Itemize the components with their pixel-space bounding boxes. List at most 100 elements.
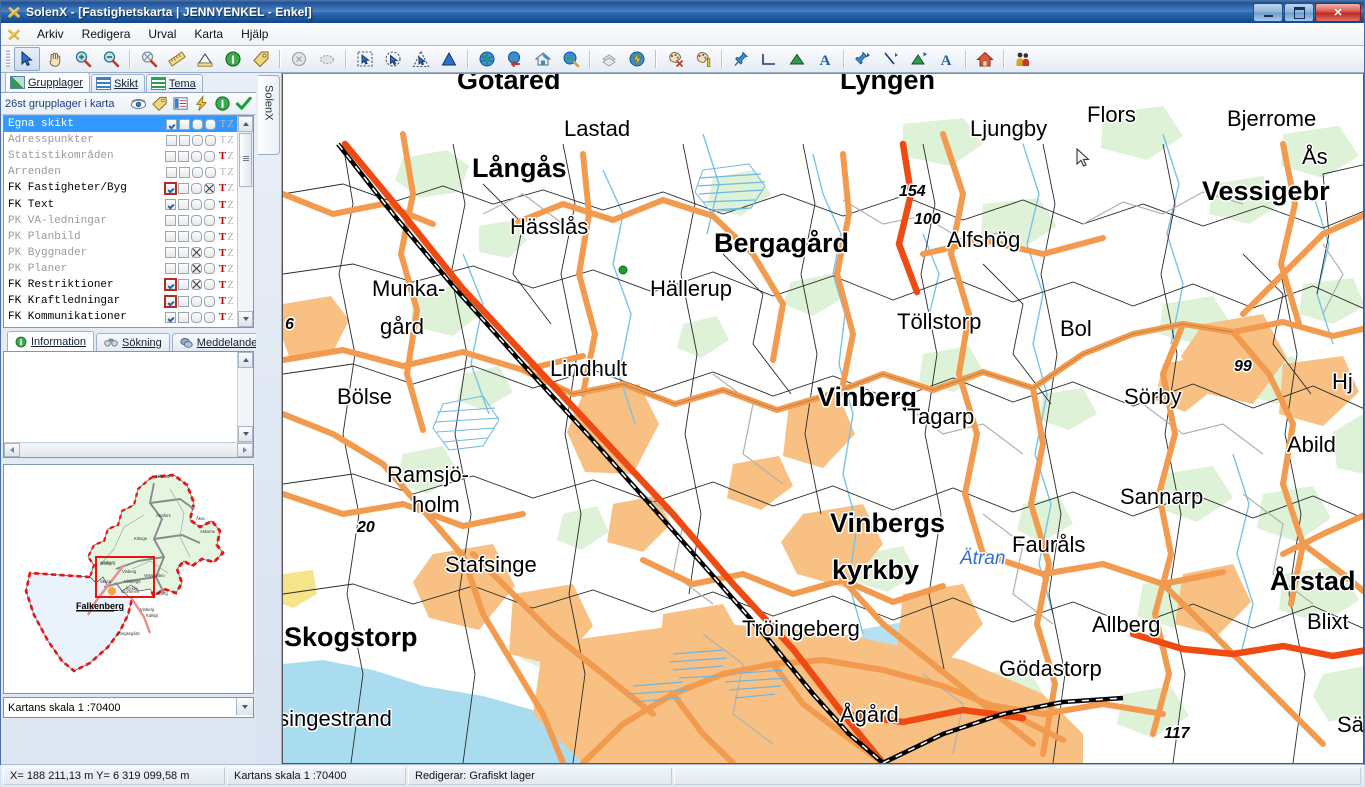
layer-row[interactable]: Statistikområden TZ <box>4 148 237 164</box>
draw-line-icon[interactable] <box>756 47 782 71</box>
measure-ruler-icon[interactable] <box>164 47 190 71</box>
green-check-icon[interactable] <box>235 95 252 112</box>
layer-tz-flags[interactable]: TZ <box>217 279 235 291</box>
menu-item-hjalp[interactable]: Hjälp <box>232 24 277 44</box>
globe-back-icon[interactable] <box>502 47 528 71</box>
layer-select-checkbox[interactable] <box>190 279 202 291</box>
globe-flash-icon[interactable] <box>624 47 650 71</box>
layer-row[interactable]: PK VA-ledningar TZ <box>4 213 237 229</box>
layer-tz-flags[interactable]: TZ <box>217 215 235 227</box>
solenx-side-tab[interactable]: SolenX <box>256 73 282 764</box>
list-properties-icon[interactable] <box>172 95 189 112</box>
chevron-down-icon[interactable] <box>236 698 253 715</box>
pan-hand-icon[interactable] <box>42 47 68 71</box>
layer-tz-flags[interactable]: TZ <box>217 231 235 243</box>
layer-visible-checkbox[interactable] <box>164 263 176 275</box>
layer-visible-checkbox[interactable] <box>164 199 176 211</box>
layer-select-checkbox[interactable] <box>190 182 202 194</box>
layer-tz-flags[interactable]: TZ <box>217 182 235 194</box>
layer-query-checkbox[interactable] <box>204 118 216 130</box>
label-tag-icon[interactable] <box>248 47 274 71</box>
layer-row[interactable]: Adresspunkter TZ <box>4 132 237 148</box>
minimize-button[interactable] <box>1253 3 1283 22</box>
layer-tz-flags[interactable]: TZ <box>218 118 235 130</box>
layer-select-checkbox[interactable] <box>190 215 202 227</box>
scrollbar-thumb[interactable] <box>239 133 252 187</box>
move-point-icon[interactable] <box>850 47 876 71</box>
menu-item-arkiv[interactable]: Arkiv <box>28 24 73 44</box>
info-hscrollbar[interactable] <box>4 442 253 457</box>
layer-row[interactable]: Egna skikt TZ <box>4 116 237 133</box>
layer-select-checkbox[interactable] <box>190 231 202 243</box>
close-button[interactable]: ✕ <box>1315 3 1361 22</box>
layer-editable-checkbox[interactable] <box>177 279 189 291</box>
layer-editable-checkbox[interactable] <box>177 199 189 211</box>
layer-tz-flags[interactable]: TZ <box>218 166 235 178</box>
layer-query-checkbox[interactable] <box>204 166 216 178</box>
layer-editable-checkbox[interactable] <box>177 150 189 162</box>
layer-select-checkbox[interactable] <box>190 199 202 211</box>
select-circle-icon[interactable] <box>380 47 406 71</box>
layer-row[interactable]: FK Kraftledningar TZ <box>4 293 237 309</box>
layer-visible-checkbox[interactable] <box>163 278 177 292</box>
tab-meddelander[interactable]: Meddelander <box>171 333 270 351</box>
layer-editable-checkbox[interactable] <box>177 311 189 323</box>
layer-select-checkbox[interactable] <box>190 311 202 323</box>
layer-query-checkbox[interactable] <box>203 182 215 194</box>
layer-visible-checkbox[interactable] <box>165 166 177 178</box>
layer-select-checkbox[interactable] <box>191 134 203 146</box>
scrollbar-track[interactable] <box>238 188 253 311</box>
layer-query-checkbox[interactable] <box>203 295 215 307</box>
eye-icon[interactable] <box>130 95 147 112</box>
layer-row[interactable]: FK Kommunikationer TZ <box>4 309 237 325</box>
layer-visible-checkbox[interactable] <box>164 150 176 162</box>
layer-editable-checkbox[interactable] <box>177 215 189 227</box>
info-scroll-up-button[interactable] <box>238 352 253 368</box>
palette-delete-icon[interactable] <box>662 47 688 71</box>
layer-query-checkbox[interactable] <box>203 231 215 243</box>
layer-editable-checkbox[interactable] <box>177 231 189 243</box>
layer-query-checkbox[interactable] <box>203 150 215 162</box>
lasso-disabled-icon[interactable] <box>314 47 340 71</box>
layer-tz-flags[interactable]: TZ <box>217 263 235 275</box>
tab-skikt[interactable]: Skikt <box>91 74 145 92</box>
layer-editable-checkbox[interactable] <box>177 182 189 194</box>
layer-visible-checkbox[interactable] <box>163 181 177 195</box>
home-extent-icon[interactable] <box>530 47 556 71</box>
layer-query-checkbox[interactable] <box>203 199 215 211</box>
layer-editable-checkbox[interactable] <box>178 118 190 130</box>
layer-tz-flags[interactable]: TZ <box>217 295 235 307</box>
layer-row[interactable]: PK Byggnader TZ <box>4 245 237 261</box>
layer-tz-flags[interactable]: TZ <box>218 134 235 146</box>
select-polygon-icon[interactable] <box>408 47 434 71</box>
info-vscroll-track[interactable] <box>238 368 253 426</box>
zoom-out-icon[interactable] <box>98 47 124 71</box>
lightning-icon[interactable] <box>193 95 210 112</box>
tab-tema[interactable]: Tema <box>145 74 203 92</box>
tab-grupplager[interactable]: Grupplager <box>5 72 91 92</box>
palette-edit-icon[interactable] <box>690 47 716 71</box>
info-scroll-right-button[interactable] <box>237 443 253 457</box>
layer-tz-flags[interactable]: TZ <box>217 247 235 259</box>
layer-query-checkbox[interactable] <box>203 279 215 291</box>
info-icon[interactable] <box>214 95 231 112</box>
layer-visible-checkbox[interactable] <box>164 247 176 259</box>
move-line-icon[interactable] <box>878 47 904 71</box>
layers-disabled-icon[interactable] <box>596 47 622 71</box>
layer-visible-checkbox[interactable] <box>165 134 177 146</box>
layer-tz-flags[interactable]: TZ <box>217 199 235 211</box>
layer-select-checkbox[interactable] <box>191 118 203 130</box>
layer-tz-flags[interactable]: TZ <box>217 150 235 162</box>
layer-select-checkbox[interactable] <box>190 263 202 275</box>
menu-item-karta[interactable]: Karta <box>185 24 232 44</box>
people-icon[interactable] <box>1010 47 1036 71</box>
layer-visible-checkbox[interactable] <box>164 215 176 227</box>
scroll-down-button[interactable] <box>238 311 253 327</box>
select-shape-icon[interactable] <box>436 47 462 71</box>
layer-visible-checkbox[interactable] <box>165 118 177 130</box>
layer-row[interactable]: FK Fastigheter/Byg TZ <box>4 180 237 196</box>
layer-editable-checkbox[interactable] <box>178 134 190 146</box>
layer-select-checkbox[interactable] <box>190 247 202 259</box>
info-scroll-down-button[interactable] <box>238 426 253 442</box>
pin-point-icon[interactable] <box>728 47 754 71</box>
